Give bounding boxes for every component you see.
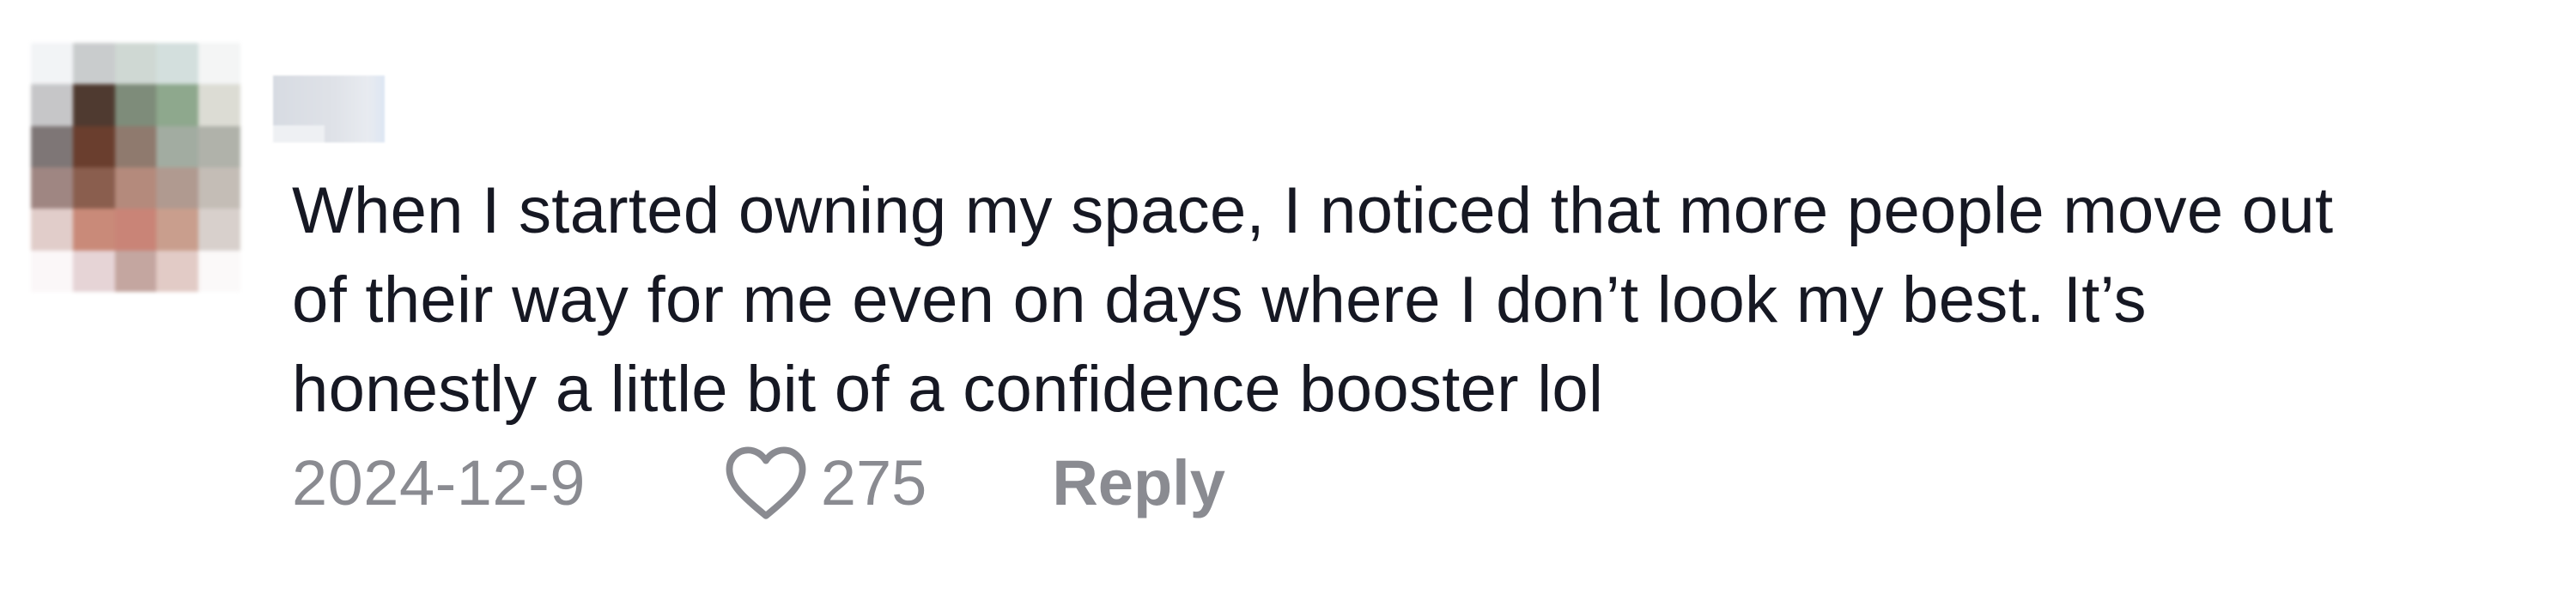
comment-item: When I started owning my space, I notice… [0, 0, 2576, 594]
avatar-pixel [72, 209, 115, 251]
avatar-pixel [198, 209, 240, 251]
avatar-pixel [114, 167, 157, 209]
avatar-pixel [156, 209, 199, 251]
avatar-pixel [31, 84, 73, 126]
avatar-pixel [156, 43, 199, 85]
like-count: 275 [820, 446, 927, 518]
avatar-pixel [31, 209, 73, 251]
avatar-pixel [198, 125, 240, 167]
avatar-pixel [72, 43, 115, 85]
avatar-pixel [114, 125, 157, 167]
avatar-pixel [198, 250, 240, 292]
avatar-pixel [114, 250, 157, 292]
avatar-pixel [198, 84, 240, 126]
avatar-pixel [156, 167, 199, 209]
avatar-pixel [156, 250, 199, 292]
comment-text-line: of their way for me even on days where I… [292, 264, 2147, 336]
comment-text: When I started owning my space, I notice… [292, 167, 2559, 434]
like-button[interactable]: 275 [723, 444, 927, 521]
avatar-pixel [31, 125, 73, 167]
avatar-pixel [198, 43, 240, 85]
avatar-pixel [72, 125, 115, 167]
avatar-pixel [156, 125, 199, 167]
username[interactable] [273, 76, 385, 142]
comment-meta: 2024-12-9 275 Reply [292, 439, 1225, 525]
avatar-pixel [114, 84, 157, 126]
avatar-pixel [114, 209, 157, 251]
avatar-pixel [72, 167, 115, 209]
avatar-pixel [156, 84, 199, 126]
avatar-pixel [72, 250, 115, 292]
avatar-pixel [198, 167, 240, 209]
avatar-pixel [31, 167, 73, 209]
avatar-pixel [31, 250, 73, 292]
avatar-pixel [31, 43, 73, 85]
avatar[interactable] [31, 43, 240, 292]
comment-text-line: honestly a little bit of a confidence bo… [292, 353, 1604, 426]
comment-date: 2024-12-9 [292, 446, 586, 518]
heart-icon[interactable] [723, 444, 809, 521]
comment-text-line: When I started owning my space, I notice… [292, 174, 2334, 247]
reply-button[interactable]: Reply [1052, 446, 1225, 519]
avatar-pixel [114, 43, 157, 85]
avatar-pixel [72, 84, 115, 126]
